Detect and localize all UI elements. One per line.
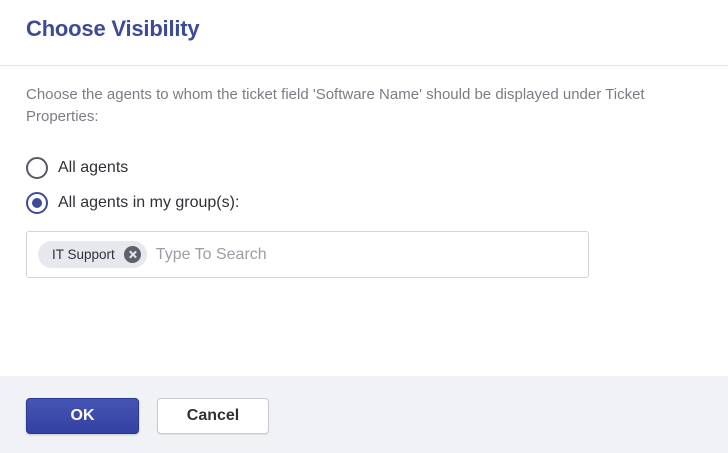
group-search-input[interactable] <box>155 245 456 264</box>
choose-visibility-dialog: Choose Visibility Choose the agents to w… <box>0 0 728 453</box>
radio-agents-in-my-groups[interactable] <box>26 192 48 214</box>
close-icon[interactable] <box>123 246 141 263</box>
cancel-button[interactable]: Cancel <box>157 398 269 434</box>
option-agents-in-my-groups[interactable]: All agents in my group(s): <box>26 191 239 215</box>
group-chip-label: IT Support <box>52 247 115 262</box>
option-all-agents[interactable]: All agents <box>26 156 128 180</box>
option-agents-in-my-groups-label: All agents in my group(s): <box>58 194 240 211</box>
group-chip: IT Support <box>38 241 147 268</box>
group-search-box[interactable]: IT Support <box>26 231 589 278</box>
dialog-description: Choose the agents to whom the ticket fie… <box>26 86 645 125</box>
dialog-title: Choose Visibility <box>26 16 200 41</box>
ok-button[interactable]: OK <box>26 398 139 434</box>
dialog-header: Choose Visibility <box>0 0 728 66</box>
option-all-agents-label: All agents <box>58 159 129 176</box>
dialog-footer: OK Cancel <box>0 376 728 453</box>
radio-all-agents[interactable] <box>26 157 48 179</box>
